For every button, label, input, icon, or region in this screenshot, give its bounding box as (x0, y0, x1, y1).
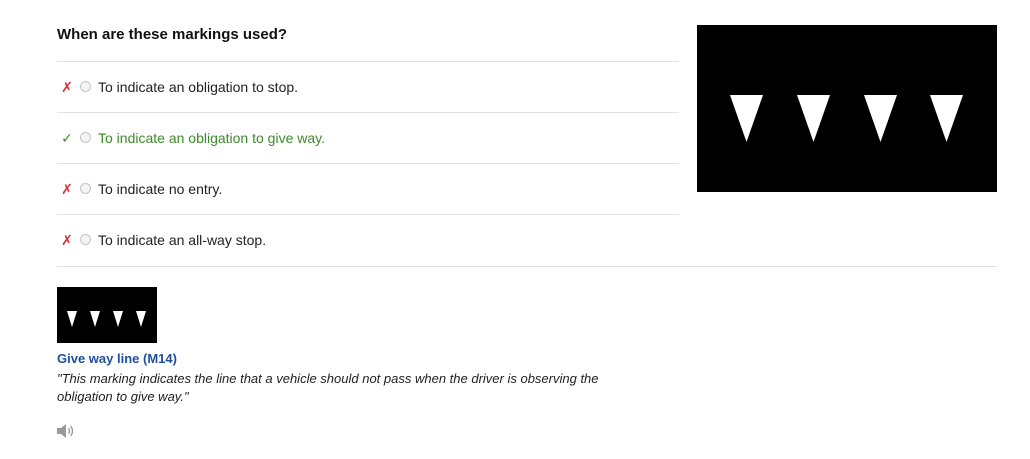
give-way-marking-image (697, 25, 997, 192)
triangle-marking (797, 95, 830, 142)
answer-label[interactable]: To indicate an obligation to stop. (98, 79, 298, 95)
section-divider (57, 266, 997, 267)
check-icon: ✓ (61, 130, 73, 146)
cross-icon: ✗ (61, 232, 73, 248)
radio-button[interactable] (80, 132, 91, 143)
answer-option-3[interactable]: ✗ To indicate no entry. (57, 163, 679, 214)
quiz-page: When are these markings used? ✗ To indic… (0, 0, 1030, 459)
triangle-marking (67, 311, 77, 327)
answer-option-4[interactable]: ✗ To indicate an all-way stop. (57, 214, 679, 265)
explanation-title: Give way line (M14) (57, 351, 177, 366)
triangle-marking (136, 311, 146, 327)
cross-icon: ✗ (61, 79, 73, 95)
triangle-marking (730, 95, 763, 142)
triangle-marking (90, 311, 100, 327)
give-way-triangles (730, 95, 963, 142)
triangle-marking (113, 311, 123, 327)
answer-label[interactable]: To indicate an obligation to give way. (98, 130, 325, 146)
radio-button[interactable] (80, 183, 91, 194)
triangle-marking (864, 95, 897, 142)
give-way-triangles-small (67, 311, 146, 327)
give-way-marking-thumbnail (57, 287, 157, 343)
cross-icon: ✗ (61, 181, 73, 197)
answer-label[interactable]: To indicate no entry. (98, 181, 222, 197)
answer-options: ✗ To indicate an obligation to stop. ✓ T… (57, 61, 679, 265)
question-title: When are these markings used? (57, 26, 288, 43)
radio-button[interactable] (80, 81, 91, 92)
triangle-marking (930, 95, 963, 142)
answer-label[interactable]: To indicate an all-way stop. (98, 232, 266, 248)
radio-button[interactable] (80, 234, 91, 245)
explanation-text: "This marking indicates the line that a … (57, 371, 599, 404)
answer-option-1[interactable]: ✗ To indicate an obligation to stop. (57, 61, 679, 112)
answer-option-2[interactable]: ✓ To indicate an obligation to give way. (57, 112, 679, 163)
speaker-icon[interactable] (55, 421, 77, 441)
